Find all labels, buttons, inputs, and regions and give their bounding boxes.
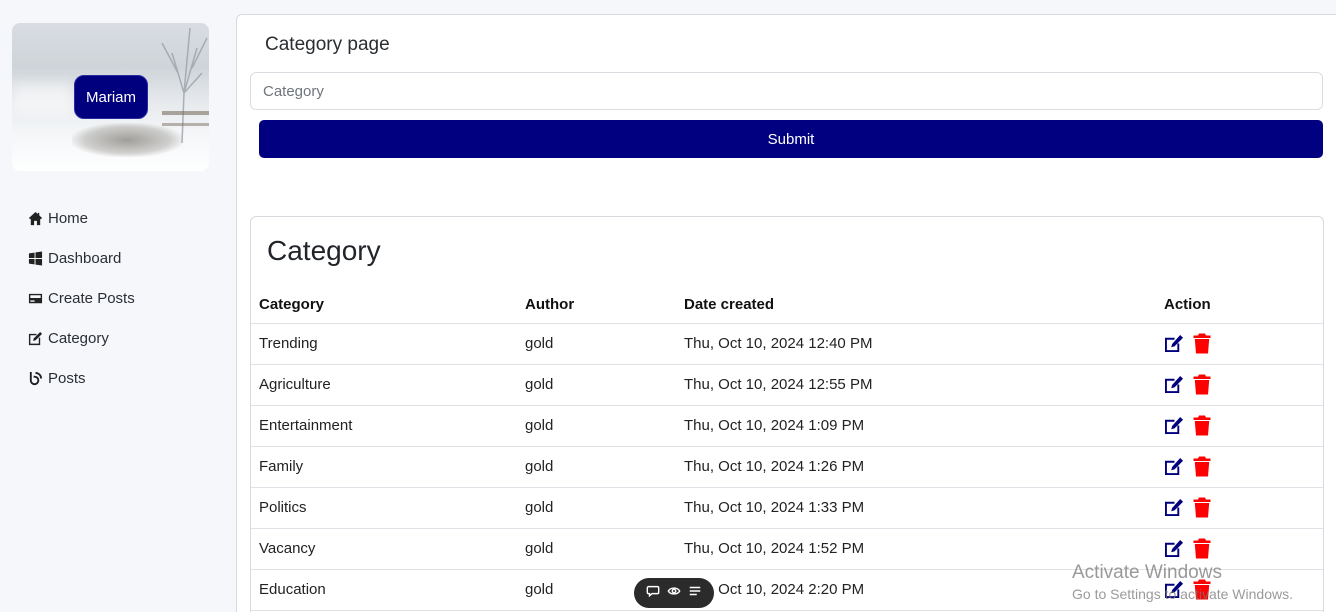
sidebar-item-label: Dashboard xyxy=(48,249,122,267)
sidebar-item-label: Create Posts xyxy=(48,289,135,307)
table-header-row: Category Author Date created Action xyxy=(251,287,1323,324)
table-row: Trending gold Thu, Oct 10, 2024 12:40 PM xyxy=(251,323,1323,365)
cell-action xyxy=(1158,446,1323,488)
cell-author: gold xyxy=(517,487,676,529)
delete-icon[interactable] xyxy=(1193,415,1211,436)
cell-action xyxy=(1158,323,1323,365)
cell-action xyxy=(1158,487,1323,529)
delete-icon[interactable] xyxy=(1193,374,1211,395)
page-title: Category page xyxy=(265,34,390,55)
sidebar-item-create-posts[interactable]: Create Posts xyxy=(27,278,135,318)
table-row: Agriculture gold Thu, Oct 10, 2024 12:55 P… xyxy=(251,364,1323,406)
user-name-badge: Mariam xyxy=(74,75,148,119)
column-header-author: Author xyxy=(517,287,676,324)
cell-category: Agriculture xyxy=(251,364,517,406)
category-table-card: Category Category Author Date created Ac… xyxy=(250,216,1324,612)
edit-icon[interactable] xyxy=(1164,416,1185,435)
cell-date: Thu, Oct 10, 2024 12:40 PM xyxy=(676,323,1158,365)
sidebar-nav: Home Dashboard Create Posts Category Pos… xyxy=(27,198,135,398)
cell-date: Thu, Oct 10, 2024 1:26 PM xyxy=(676,446,1158,488)
cell-action xyxy=(1158,364,1323,406)
sidebar-item-label: Posts xyxy=(48,369,86,387)
sidebar-item-posts[interactable]: Posts xyxy=(27,358,135,398)
edit-icon[interactable] xyxy=(1164,457,1185,476)
cell-author: gold xyxy=(517,364,676,406)
activate-subtitle: Go to Settings to activate Windows. xyxy=(1072,586,1293,602)
edit-icon[interactable] xyxy=(1164,375,1185,394)
cell-category: Politics xyxy=(251,487,517,529)
cell-date: Thu, Oct 10, 2024 12:55 PM xyxy=(676,364,1158,406)
edit-icon[interactable] xyxy=(1164,498,1185,517)
main-panel: Category page Submit Category Category A… xyxy=(236,14,1336,612)
category-input[interactable] xyxy=(250,72,1323,110)
cell-author: gold xyxy=(517,405,676,447)
delete-icon[interactable] xyxy=(1193,497,1211,518)
edit-icon[interactable] xyxy=(1164,334,1185,353)
delete-icon[interactable] xyxy=(1193,456,1211,477)
comment-icon[interactable] xyxy=(646,584,660,603)
sidebar-item-dashboard[interactable]: Dashboard xyxy=(27,238,135,278)
blog-icon xyxy=(27,370,43,386)
cell-category: Trending xyxy=(251,323,517,365)
cell-action xyxy=(1158,405,1323,447)
cell-date: Thu, Oct 10, 2024 1:09 PM xyxy=(676,405,1158,447)
table-row: Family gold Thu, Oct 10, 2024 1:26 PM xyxy=(251,446,1323,488)
sidebar-item-category[interactable]: Category xyxy=(27,318,135,358)
menu-icon[interactable] xyxy=(688,584,702,603)
column-header-date: Date created xyxy=(676,287,1158,324)
cell-author: gold xyxy=(517,323,676,365)
sidebar-item-label: Category xyxy=(48,329,109,347)
submit-button[interactable]: Submit xyxy=(259,120,1323,158)
table-heading: Category xyxy=(267,235,381,266)
cell-category: Family xyxy=(251,446,517,488)
sidebar-item-label: Home xyxy=(48,209,89,227)
activate-title: Activate Windows xyxy=(1072,562,1222,583)
cell-author: gold xyxy=(517,446,676,488)
card-icon xyxy=(27,290,43,306)
delete-icon[interactable] xyxy=(1193,333,1211,354)
edit-square-icon xyxy=(27,330,43,346)
eye-icon[interactable] xyxy=(667,584,681,603)
cell-category: Vacancy xyxy=(251,528,517,570)
animal-graphic xyxy=(72,123,182,157)
column-header-action: Action xyxy=(1158,287,1323,324)
activate-windows-watermark: Activate Windows Go to Settings to activ… xyxy=(1072,562,1293,602)
windows-icon xyxy=(27,250,43,266)
edit-icon[interactable] xyxy=(1164,539,1185,558)
table-row: Politics gold Thu, Oct 10, 2024 1:33 PM xyxy=(251,487,1323,529)
table-row: Entertainment gold Thu, Oct 10, 2024 1:09 … xyxy=(251,405,1323,447)
column-header-category: Category xyxy=(251,287,517,324)
floating-toolbar xyxy=(634,578,714,608)
home-icon xyxy=(27,210,43,226)
delete-icon[interactable] xyxy=(1193,538,1211,559)
cell-date: Thu, Oct 10, 2024 1:33 PM xyxy=(676,487,1158,529)
cell-author: gold xyxy=(517,528,676,570)
profile-cover-image: Mariam xyxy=(12,23,209,171)
cell-category: Entertainment xyxy=(251,405,517,447)
cell-category: Education xyxy=(251,569,517,611)
sidebar: Mariam Home Dashboard Create Posts Categ… xyxy=(0,0,222,612)
sidebar-item-home[interactable]: Home xyxy=(27,198,135,238)
